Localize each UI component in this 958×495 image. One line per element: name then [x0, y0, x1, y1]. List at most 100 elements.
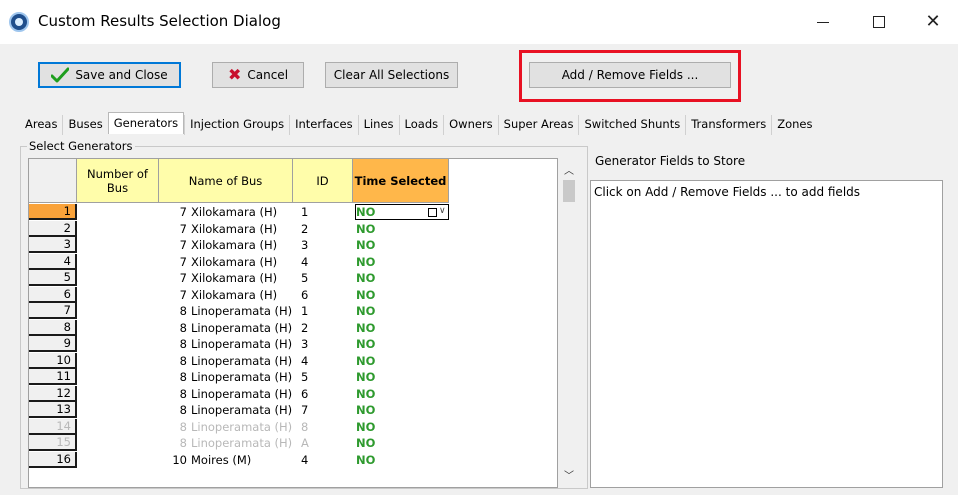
col-header-id[interactable]: ID: [293, 159, 353, 203]
time-selected-cell[interactable]: NO: [356, 419, 446, 435]
bus-number-cell[interactable]: 8: [79, 303, 189, 319]
save-and-close-button[interactable]: Save and Close: [38, 62, 181, 88]
bus-number-cell[interactable]: 8: [79, 419, 189, 435]
bus-number-cell[interactable]: 7: [79, 254, 189, 270]
row-number-cell[interactable]: 1: [29, 204, 77, 220]
tab-loads[interactable]: Loads: [398, 115, 444, 135]
tab-transformers[interactable]: Transformers: [685, 115, 771, 135]
bus-name-cell[interactable]: Linoperamata (H): [191, 419, 295, 435]
time-selected-cell[interactable]: NO: [356, 254, 446, 270]
tab-lines[interactable]: Lines: [357, 115, 399, 135]
table-row[interactable]: 2 7 Xilokamara (H) 2 NO: [29, 220, 557, 237]
bus-number-cell[interactable]: 8: [79, 435, 189, 451]
bus-name-cell[interactable]: Xilokamara (H): [191, 221, 295, 237]
bus-name-cell[interactable]: Linoperamata (H): [191, 353, 295, 369]
time-selected-cell[interactable]: NO: [356, 452, 446, 468]
table-row[interactable]: 6 7 Xilokamara (H) 6 NO: [29, 286, 557, 303]
generator-id-cell[interactable]: 4: [301, 353, 331, 369]
bus-number-cell[interactable]: 7: [79, 287, 189, 303]
bus-name-cell[interactable]: Xilokamara (H): [191, 287, 295, 303]
generator-id-cell[interactable]: 1: [301, 303, 331, 319]
bus-number-cell[interactable]: 8: [79, 320, 189, 336]
tab-areas[interactable]: Areas: [20, 115, 62, 135]
time-selected-dropdown[interactable]: ∨: [355, 204, 449, 220]
grid-vertical-scrollbar[interactable]: ︿ ﹀: [560, 158, 578, 488]
col-header-name-of-bus[interactable]: Name of Bus: [159, 159, 293, 203]
tab-super-areas[interactable]: Super Areas: [497, 115, 579, 135]
row-number-cell[interactable]: 7: [29, 303, 77, 319]
chevron-down-icon[interactable]: ∨: [439, 206, 446, 216]
time-selected-cell[interactable]: NO: [356, 386, 446, 402]
time-selected-cell[interactable]: NO: [356, 221, 446, 237]
generator-id-cell[interactable]: 8: [301, 419, 331, 435]
table-row[interactable]: 9 8 Linoperamata (H) 3 NO: [29, 336, 557, 352]
col-header-time-selected[interactable]: Time Selected: [353, 159, 449, 203]
table-row[interactable]: 10 8 Linoperamata (H) 4 NO: [29, 352, 557, 369]
bus-number-cell[interactable]: 7: [79, 221, 189, 237]
row-number-cell[interactable]: 4: [29, 253, 77, 270]
bus-name-cell[interactable]: Linoperamata (H): [191, 369, 295, 385]
time-selected-cell[interactable]: NO: [356, 270, 446, 286]
bus-name-cell[interactable]: Linoperamata (H): [191, 336, 295, 352]
scroll-down-icon[interactable]: ﹀: [560, 467, 578, 482]
col-header-number-of-bus[interactable]: Number of Bus: [77, 159, 159, 203]
bus-number-cell[interactable]: 8: [79, 336, 189, 352]
bus-number-cell[interactable]: 8: [79, 369, 189, 385]
table-row[interactable]: 12 8 Linoperamata (H) 6 NO: [29, 385, 557, 402]
generator-id-cell[interactable]: 3: [301, 237, 331, 253]
maximize-button[interactable]: [856, 8, 902, 36]
bus-number-cell[interactable]: 8: [79, 402, 189, 418]
tab-injection-groups[interactable]: Injection Groups: [184, 115, 289, 135]
generator-id-cell[interactable]: 6: [301, 386, 331, 402]
row-number-cell[interactable]: 15: [29, 435, 77, 451]
time-selected-cell[interactable]: NO: [356, 303, 446, 319]
tab-zones[interactable]: Zones: [771, 115, 817, 135]
dropdown-box-icon[interactable]: [428, 208, 437, 217]
bus-name-cell[interactable]: Xilokamara (H): [191, 204, 295, 220]
generator-id-cell[interactable]: 5: [301, 270, 331, 286]
bus-name-cell[interactable]: Linoperamata (H): [191, 303, 295, 319]
time-selected-cell[interactable]: NO: [356, 287, 446, 303]
table-row[interactable]: 11 8 Linoperamata (H) 5 NO: [29, 369, 557, 385]
time-selected-cell[interactable]: NO: [356, 336, 446, 352]
row-number-cell[interactable]: 5: [29, 270, 77, 286]
time-selected-cell[interactable]: NO: [356, 435, 446, 451]
bus-name-cell[interactable]: Moires (M): [191, 452, 295, 468]
bus-number-cell[interactable]: 10: [79, 452, 189, 468]
close-button[interactable]: ✕: [910, 8, 956, 36]
generator-id-cell[interactable]: 2: [301, 320, 331, 336]
minimize-button[interactable]: [800, 8, 846, 36]
table-row[interactable]: 5 7 Xilokamara (H) 5 NO: [29, 270, 557, 286]
row-number-cell[interactable]: 9: [29, 336, 77, 352]
row-number-cell[interactable]: 13: [29, 402, 77, 418]
bus-number-cell[interactable]: 7: [79, 270, 189, 286]
row-number-cell[interactable]: 10: [29, 352, 77, 369]
table-row[interactable]: 8 8 Linoperamata (H) 2 NO: [29, 319, 557, 336]
row-number-cell[interactable]: 14: [29, 418, 77, 435]
row-number-cell[interactable]: 3: [29, 237, 77, 253]
generator-id-cell[interactable]: 4: [301, 452, 331, 468]
row-number-cell[interactable]: 12: [29, 385, 77, 402]
generator-id-cell[interactable]: 4: [301, 254, 331, 270]
bus-number-cell[interactable]: 8: [79, 353, 189, 369]
table-row[interactable]: 15 8 Linoperamata (H) A NO: [29, 435, 557, 451]
generator-id-cell[interactable]: 6: [301, 287, 331, 303]
generator-id-cell[interactable]: 1: [301, 204, 331, 220]
table-row[interactable]: 1 7 Xilokamara (H) 1 NO ∨: [29, 204, 557, 220]
generator-id-cell[interactable]: 5: [301, 369, 331, 385]
row-number-cell[interactable]: 2: [29, 220, 77, 237]
bus-name-cell[interactable]: Linoperamata (H): [191, 320, 295, 336]
table-row[interactable]: 16 10 Moires (M) 4 NO: [29, 451, 557, 468]
bus-number-cell[interactable]: 8: [79, 386, 189, 402]
bus-name-cell[interactable]: Linoperamata (H): [191, 402, 295, 418]
generator-fields-list[interactable]: Click on Add / Remove Fields ... to add …: [590, 180, 943, 488]
tab-generators[interactable]: Generators: [107, 112, 185, 134]
row-number-cell[interactable]: 16: [29, 451, 77, 468]
row-number-cell[interactable]: 11: [29, 369, 77, 385]
bus-name-cell[interactable]: Xilokamara (H): [191, 270, 295, 286]
bus-number-cell[interactable]: 7: [79, 237, 189, 253]
bus-number-cell[interactable]: 7: [79, 204, 189, 220]
bus-name-cell[interactable]: Linoperamata (H): [191, 386, 295, 402]
generator-id-cell[interactable]: 3: [301, 336, 331, 352]
generator-id-cell[interactable]: 2: [301, 221, 331, 237]
